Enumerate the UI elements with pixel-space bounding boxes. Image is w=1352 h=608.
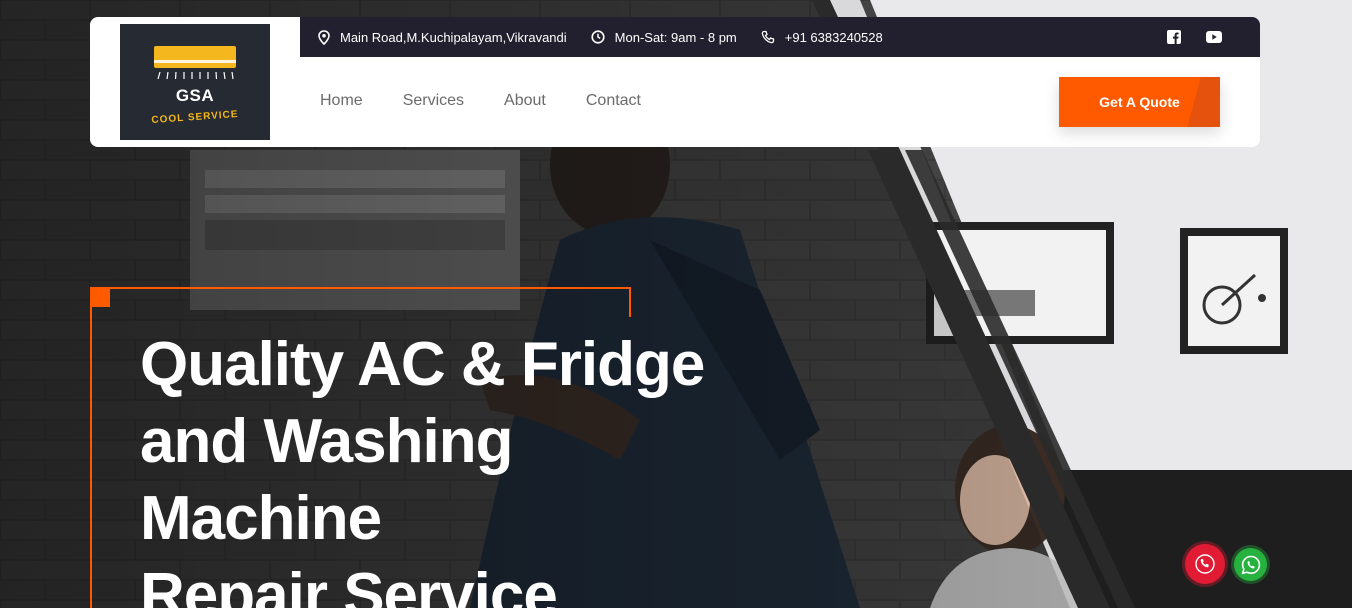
whatsapp-icon	[1241, 555, 1260, 574]
address-info: Main Road,M.Kuchipalayam,Vikravandi	[318, 30, 567, 45]
phone-call-icon	[1195, 554, 1215, 574]
facebook-icon[interactable]	[1166, 29, 1182, 45]
hero-title-line: Quality AC & Fridge	[140, 330, 705, 399]
top-info-bar: Main Road,M.Kuchipalayam,Vikravandi Mon-…	[300, 17, 1260, 57]
nav-services[interactable]: Services	[403, 92, 464, 110]
hours-text: Mon-Sat: 9am - 8 pm	[614, 29, 737, 45]
hours-info: Mon-Sat: 9am - 8 pm	[591, 30, 737, 45]
hero-frame-right-line	[629, 287, 631, 317]
phone-text[interactable]: +91 6383240528	[785, 30, 883, 45]
hero-title: Quality AC & Fridge and Washing Machine …	[140, 326, 760, 608]
site-header: GSA COOL SERVICE Main Road,M.Kuchipalaya…	[90, 17, 1260, 147]
hero-title-line: Repair Service	[140, 561, 558, 608]
hero-title-line: Machine	[140, 484, 382, 553]
clock-icon	[591, 30, 605, 44]
social-links	[1166, 29, 1222, 45]
logo-brand: GSA	[175, 86, 215, 105]
main-nav: Home Services About Contact	[320, 92, 681, 110]
ac-unit-icon	[154, 46, 236, 68]
floating-call-button[interactable]	[1185, 544, 1225, 584]
get-a-quote-button[interactable]: Get A Quote	[1059, 77, 1220, 127]
get-a-quote-label: Get A Quote	[1099, 94, 1180, 110]
phone-info[interactable]: +91 6383240528	[761, 30, 883, 45]
location-pin-icon	[318, 29, 330, 45]
youtube-icon[interactable]	[1206, 29, 1222, 45]
phone-icon	[761, 30, 774, 44]
address-text: Main Road,M.Kuchipalayam,Vikravandi	[340, 29, 567, 45]
airflow-icon	[157, 71, 234, 80]
logo[interactable]: GSA COOL SERVICE	[120, 24, 270, 140]
hero-frame-top-line	[90, 287, 631, 289]
hero-title-line: and Washing	[140, 407, 513, 476]
logo-tagline: COOL SERVICE	[151, 108, 239, 127]
nav-about[interactable]: About	[504, 92, 546, 110]
nav-home[interactable]: Home	[320, 92, 363, 110]
hero-frame-left-line	[90, 287, 92, 608]
hero-frame-corner-square	[90, 287, 110, 307]
floating-whatsapp-button[interactable]	[1234, 548, 1267, 581]
nav-contact[interactable]: Contact	[586, 92, 641, 110]
